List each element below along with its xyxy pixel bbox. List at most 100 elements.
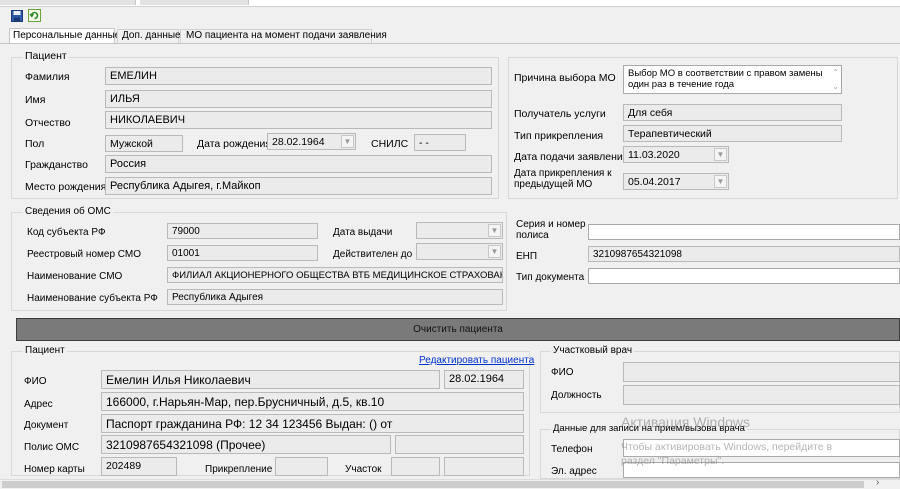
birth-date-value: 28.02.1964 — [272, 136, 325, 148]
subject-name-label: Наименование субъекта РФ — [27, 293, 158, 304]
watermark-title: Активация Windows — [621, 414, 751, 430]
tab-mo[interactable]: МО пациента на момент подачи заявления — [180, 29, 387, 43]
area-field[interactable] — [391, 457, 440, 476]
clear-patient-button[interactable]: Очистить пациента — [16, 318, 900, 341]
citizenship-field[interactable]: Россия — [105, 155, 492, 173]
issue-date-label: Дата выдачи — [333, 227, 393, 238]
edit-patient-link[interactable]: Редактировать пациента — [419, 355, 534, 366]
tab-mo-label: МО пациента на момент подачи заявления — [186, 30, 387, 41]
name-label: Имя — [25, 94, 46, 106]
surname-label: Фамилия — [25, 71, 70, 83]
doc-type-label: Тип документа — [516, 272, 585, 283]
calendar-dropdown-icon[interactable]: ▼ — [714, 148, 727, 161]
save-icon[interactable] — [11, 10, 23, 22]
document-label: Документ — [24, 420, 69, 431]
doctor-fio-label: ФИО — [551, 367, 574, 378]
doctor-position-field[interactable] — [623, 385, 900, 405]
recipient-field[interactable]: Для себя — [623, 104, 842, 121]
name-field[interactable]: ИЛЬЯ — [105, 90, 492, 108]
tab-strip: Персональные данные Доп. данные МО пацие… — [0, 28, 900, 44]
card-field[interactable]: 202489 — [101, 457, 177, 476]
watermark-line2: Чтобы активировать Windows, перейдите в — [621, 441, 833, 453]
subject-name-field[interactable]: Республика Адыгея — [167, 289, 503, 305]
series-field[interactable] — [588, 224, 900, 240]
subject-code-field[interactable]: 79000 — [167, 223, 318, 239]
submit-date-value: 11.03.2020 — [628, 149, 680, 161]
prev-date-value: 05.04.2017 — [628, 176, 681, 188]
policy-field[interactable]: 3210987654321098 (Прочее) — [101, 435, 391, 454]
document-field[interactable]: Паспорт гражданина РФ: 12 34 123456 Выда… — [101, 414, 524, 433]
scroll-up-icon[interactable]: ⌃ — [832, 67, 839, 78]
subject-code-label: Код субъекта РФ — [27, 227, 106, 238]
doc-type-field[interactable] — [588, 268, 900, 284]
birth-date-field[interactable]: 28.02.1964 ▼ — [267, 133, 356, 150]
fio-label: ФИО — [24, 376, 47, 387]
oms-group-title: Сведения об ОМС — [23, 206, 113, 218]
tab-personal[interactable]: Персональные данные — [9, 28, 120, 43]
window-tab-fragment — [140, 0, 249, 5]
address-label: Адрес — [24, 399, 53, 410]
phone-label: Телефон — [551, 444, 593, 455]
area-label: Участок — [345, 464, 382, 475]
birth-field[interactable]: 28.02.1964 — [444, 370, 524, 389]
fio-field[interactable]: Емелин Илья Николаевич — [101, 370, 440, 389]
doctor-position-label: Должность — [551, 390, 602, 401]
smo-name-label: Наименование СМО — [27, 271, 123, 282]
registry-label: Реестровый номер СМО — [27, 249, 141, 260]
window-top-strip — [0, 0, 900, 7]
valid-until-label: Действителен до — [333, 249, 413, 260]
reason-label: Причина выбора МО — [514, 72, 616, 84]
type-field[interactable]: Терапевтический — [623, 125, 842, 142]
enp-field[interactable]: 3210987654321098 — [588, 246, 900, 262]
doctor-group-title: Участковый врач — [551, 345, 635, 357]
registry-field[interactable]: 01001 — [167, 245, 318, 261]
smo-name-field[interactable]: ФИЛИАЛ АКЦИОНЕРНОГО ОБЩЕСТВА ВТБ МЕДИЦИН… — [167, 267, 503, 283]
attach-field[interactable] — [275, 457, 328, 476]
calendar-dropdown-icon[interactable]: ▼ — [488, 245, 501, 258]
clear-patient-label: Очистить пациента — [413, 324, 503, 335]
reason-value: Выбор МО в соответствии с правом замены … — [628, 68, 823, 90]
attach-label: Прикрепление — [205, 464, 273, 475]
patient-group-title: Пациент — [23, 50, 69, 62]
type-label: Тип прикрепления — [514, 130, 604, 142]
policy-extra-field[interactable] — [395, 435, 524, 454]
sex-label: Пол — [25, 138, 45, 150]
chevron-right-icon[interactable]: › — [876, 477, 879, 488]
enp-label: ЕНП — [516, 251, 538, 262]
sex-field[interactable]: Мужской — [105, 135, 183, 152]
birthplace-field[interactable]: Республика Адыгея, г.Майкоп — [105, 177, 492, 195]
birthplace-label: Место рождения — [25, 181, 107, 193]
reason-field[interactable]: Выбор МО в соответствии с правом замены … — [623, 65, 842, 94]
issue-date-field[interactable]: ▼ — [416, 222, 503, 239]
scrollbar-thumb[interactable] — [2, 481, 864, 488]
birth-date-label: Дата рождения — [197, 138, 272, 150]
citizenship-label: Гражданство — [25, 159, 88, 171]
doctor-fio-field[interactable] — [623, 362, 900, 382]
snils-field[interactable]: - - — [414, 134, 466, 151]
calendar-dropdown-icon[interactable]: ▼ — [488, 224, 501, 237]
submit-date-label: Дата подачи заявления — [514, 151, 629, 163]
address-field[interactable]: 166000, г.Нарьян-Мар, пер.Брусничный, д.… — [101, 392, 524, 411]
calendar-dropdown-icon[interactable]: ▼ — [341, 135, 354, 148]
patronymic-label: Отчество — [25, 117, 71, 129]
tab-personal-label: Персональные данные — [13, 30, 121, 41]
card-label: Номер карты — [24, 464, 85, 475]
email-label: Эл. адрес — [551, 466, 597, 477]
surname-field[interactable]: ЕМЕЛИН — [105, 67, 492, 85]
patronymic-field[interactable]: НИКОЛАЕВИЧ — [105, 111, 492, 129]
area-extra-field[interactable] — [444, 457, 524, 476]
tab-extra[interactable]: Доп. данные — [117, 29, 181, 43]
window-tab-fragment — [0, 0, 136, 5]
policy-label: Полис ОМС — [24, 442, 80, 453]
series-label: Серия и номер полиса — [516, 219, 586, 241]
calendar-dropdown-icon[interactable]: ▼ — [714, 175, 727, 188]
tab-extra-label: Доп. данные — [122, 30, 181, 41]
submit-date-field[interactable]: 11.03.2020 ▼ — [623, 146, 729, 163]
refresh-icon[interactable] — [28, 9, 41, 22]
valid-until-field[interactable]: ▼ — [416, 243, 503, 260]
windows-activation-watermark: Активация Windows Чтобы активировать Win… — [621, 414, 900, 468]
snils-label: СНИЛС — [371, 138, 409, 150]
scroll-down-icon[interactable]: ⌄ — [832, 81, 839, 92]
prev-date-field[interactable]: 05.04.2017 ▼ — [623, 173, 729, 190]
prev-date-label: Дата прикрепления к предыдущей МО — [514, 168, 612, 190]
